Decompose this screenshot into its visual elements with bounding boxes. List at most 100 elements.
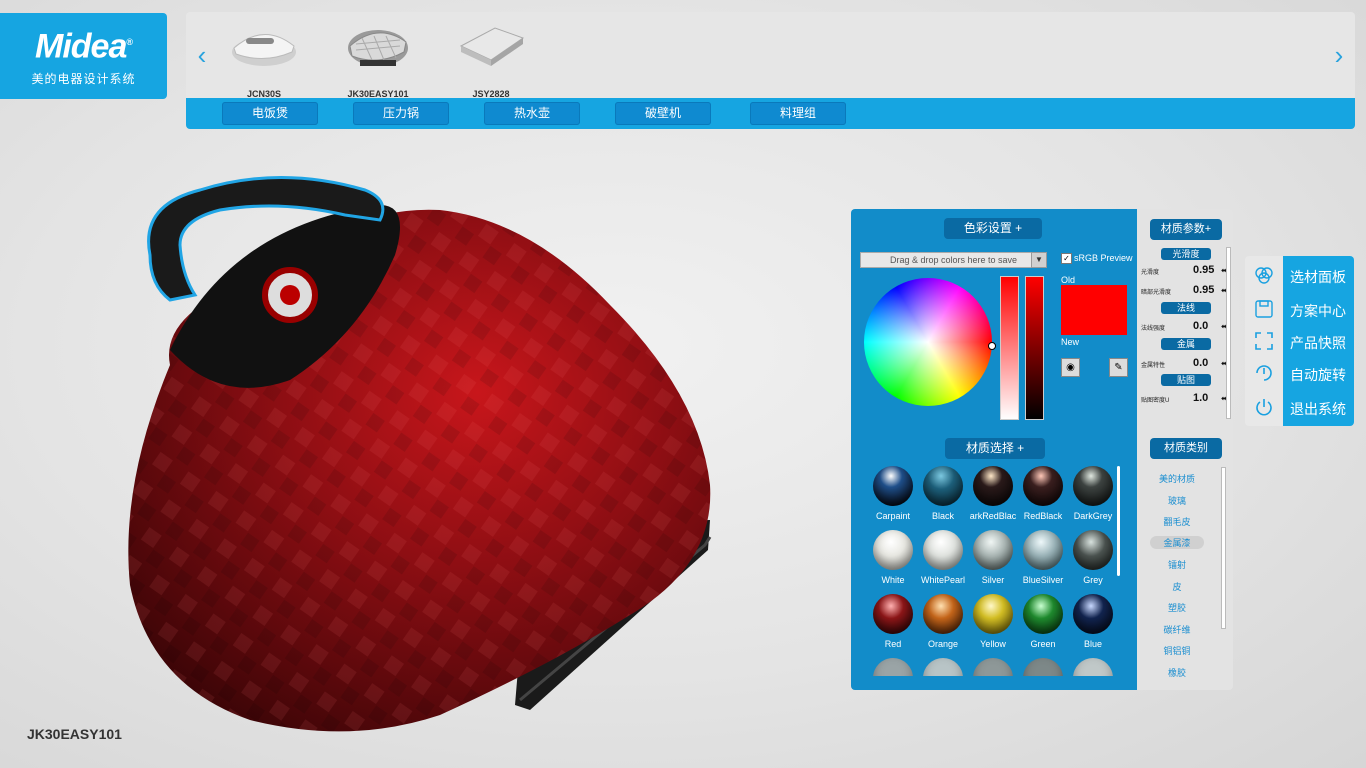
category-button-blender[interactable]: 破壁机 bbox=[615, 102, 711, 125]
material-ball bbox=[973, 658, 1013, 676]
color-wheel[interactable] bbox=[864, 278, 992, 406]
srgb-checkbox[interactable]: ✓ bbox=[1061, 253, 1072, 265]
material-ball bbox=[873, 466, 913, 506]
material-item[interactable]: Black bbox=[918, 466, 968, 521]
material-category-header[interactable]: 材质类别 bbox=[1150, 438, 1222, 459]
smoothness-group-header[interactable]: 光滑度 bbox=[1161, 248, 1211, 260]
electric-griddle-render bbox=[128, 176, 712, 732]
material-item[interactable] bbox=[1068, 658, 1118, 676]
chevron-left-icon[interactable]: ‹ bbox=[192, 38, 212, 72]
category-item[interactable]: 塑胶 bbox=[1137, 601, 1217, 614]
material-item[interactable] bbox=[968, 658, 1018, 676]
material-ball bbox=[1073, 466, 1113, 506]
metal-group-header[interactable]: 金属 bbox=[1161, 338, 1211, 350]
snapshot-icon[interactable] bbox=[1254, 331, 1274, 351]
params-scrollbar[interactable] bbox=[1226, 247, 1231, 419]
material-ball bbox=[873, 594, 913, 634]
material-ball bbox=[973, 466, 1013, 506]
material-ball bbox=[873, 658, 913, 676]
category-button-pressure-cooker[interactable]: 压力锅 bbox=[353, 102, 449, 125]
menu-icon-column bbox=[1245, 256, 1283, 426]
current-model-label: JK30EASY101 bbox=[27, 726, 122, 742]
product-image bbox=[459, 27, 525, 66]
material-item[interactable] bbox=[1018, 658, 1068, 676]
material-item[interactable]: Green bbox=[1018, 594, 1068, 649]
material-panel-icon[interactable] bbox=[1254, 265, 1274, 285]
material-grid: Carpaint Black arkRedBlac RedBlack DarkG… bbox=[863, 466, 1121, 676]
product-thumb-3[interactable]: JSY2828 bbox=[449, 16, 533, 99]
product-thumb-2[interactable]: JK30EASY101 bbox=[336, 16, 420, 99]
color-settings-header[interactable]: 色彩设置 + bbox=[944, 218, 1042, 239]
color-wheel-handle[interactable] bbox=[988, 342, 996, 350]
category-item[interactable]: 玻璃 bbox=[1137, 494, 1217, 507]
category-button-rice-cooker[interactable]: 电饭煲 bbox=[222, 102, 318, 125]
material-item[interactable]: Carpaint bbox=[868, 466, 918, 521]
chevron-right-icon[interactable]: › bbox=[1329, 38, 1349, 72]
menu-label-column: 选材面板 方案中心 产品快照 自动旋转 退出系统 bbox=[1283, 256, 1354, 426]
category-button-kettle[interactable]: 热水壶 bbox=[484, 102, 580, 125]
category-button-food-processor[interactable]: 料理组 bbox=[750, 102, 846, 125]
material-item[interactable]: RedBlack bbox=[1018, 466, 1068, 521]
category-item[interactable]: 碳纤维 bbox=[1137, 623, 1217, 636]
product-image bbox=[348, 30, 408, 66]
menu-product-snapshot[interactable]: 产品快照 bbox=[1290, 333, 1346, 353]
rotate-icon[interactable] bbox=[1254, 363, 1274, 383]
saturation-slider[interactable] bbox=[1000, 276, 1019, 420]
category-item[interactable]: 皮 bbox=[1137, 580, 1217, 593]
material-item[interactable] bbox=[868, 658, 918, 676]
menu-auto-rotate[interactable]: 自动旋转 bbox=[1290, 365, 1346, 385]
product-image bbox=[232, 34, 296, 66]
category-item[interactable]: 美的材质 bbox=[1137, 472, 1217, 485]
material-item[interactable]: WhitePearl bbox=[918, 530, 968, 585]
menu-exit-system[interactable]: 退出系统 bbox=[1290, 399, 1346, 419]
material-ball bbox=[1023, 530, 1063, 570]
chevron-down-icon[interactable]: ▼ bbox=[1031, 252, 1047, 268]
save-icon[interactable] bbox=[1254, 299, 1274, 319]
category-item-selected[interactable]: 金属漆 bbox=[1150, 536, 1204, 549]
power-icon[interactable] bbox=[1254, 397, 1274, 417]
color-swatch-dropzone[interactable]: Drag & drop colors here to save bbox=[860, 252, 1047, 268]
material-ball bbox=[873, 530, 913, 570]
color-palette-icon[interactable]: ◉ bbox=[1061, 358, 1080, 377]
param-row-dark-smoothness[interactable]: 暗部光滑度 0.95 ⬌ bbox=[1141, 284, 1228, 298]
category-item[interactable]: 橡胶 bbox=[1137, 666, 1217, 679]
material-ball bbox=[923, 466, 963, 506]
material-select-header[interactable]: 材质选择 + bbox=[945, 438, 1045, 459]
material-item[interactable]: BlueSilver bbox=[1018, 530, 1068, 585]
param-row-texture-density-u[interactable]: 贴图密度U 1.0 ⬌ bbox=[1141, 392, 1228, 406]
color-preview bbox=[1061, 285, 1127, 335]
material-item[interactable]: Red bbox=[868, 594, 918, 649]
material-item[interactable]: DarkGrey bbox=[1068, 466, 1118, 521]
material-item[interactable] bbox=[918, 658, 968, 676]
material-grid-scrollbar[interactable] bbox=[1117, 466, 1120, 576]
material-ball bbox=[1073, 594, 1113, 634]
material-item[interactable]: White bbox=[868, 530, 918, 585]
material-item[interactable]: Grey bbox=[1068, 530, 1118, 585]
brightness-slider[interactable] bbox=[1025, 276, 1044, 420]
srgb-preview-toggle[interactable]: ✓ sRGB Preview bbox=[1061, 253, 1133, 265]
material-item[interactable]: Yellow bbox=[968, 594, 1018, 649]
param-row-smoothness[interactable]: 光滑度 0.95 ⬌ bbox=[1141, 264, 1228, 278]
eyedropper-icon[interactable]: ✎ bbox=[1109, 358, 1128, 377]
category-item[interactable]: 镭射 bbox=[1137, 558, 1217, 571]
normal-group-header[interactable]: 法线 bbox=[1161, 302, 1211, 314]
material-params-header[interactable]: 材质参数+ bbox=[1150, 219, 1222, 240]
brand-logo: Midea® 美的电器设计系统 bbox=[0, 13, 167, 99]
category-bar: 电饭煲 压力锅 热水壶 破壁机 料理组 bbox=[186, 98, 1355, 129]
param-row-normal-strength[interactable]: 法线强度 0.0 ⬌ bbox=[1141, 320, 1228, 334]
category-scrollbar[interactable] bbox=[1221, 467, 1226, 629]
menu-material-panel[interactable]: 选材面板 bbox=[1290, 267, 1346, 287]
category-item[interactable]: 铜铝铜 bbox=[1137, 644, 1217, 657]
appliance-3d-view[interactable] bbox=[110, 165, 730, 745]
category-item[interactable]: 翻毛皮 bbox=[1137, 515, 1217, 528]
menu-scheme-center[interactable]: 方案中心 bbox=[1290, 301, 1346, 321]
product-thumb-1[interactable]: JCN30S bbox=[222, 16, 306, 99]
material-ball bbox=[923, 594, 963, 634]
material-item[interactable]: arkRedBlac bbox=[968, 466, 1018, 521]
material-item[interactable]: Silver bbox=[968, 530, 1018, 585]
texture-group-header[interactable]: 贴图 bbox=[1161, 374, 1211, 386]
material-ball bbox=[923, 658, 963, 676]
material-item[interactable]: Orange bbox=[918, 594, 968, 649]
param-row-metallic[interactable]: 金属特性 0.0 ⬌ bbox=[1141, 357, 1228, 371]
material-item[interactable]: Blue bbox=[1068, 594, 1118, 649]
